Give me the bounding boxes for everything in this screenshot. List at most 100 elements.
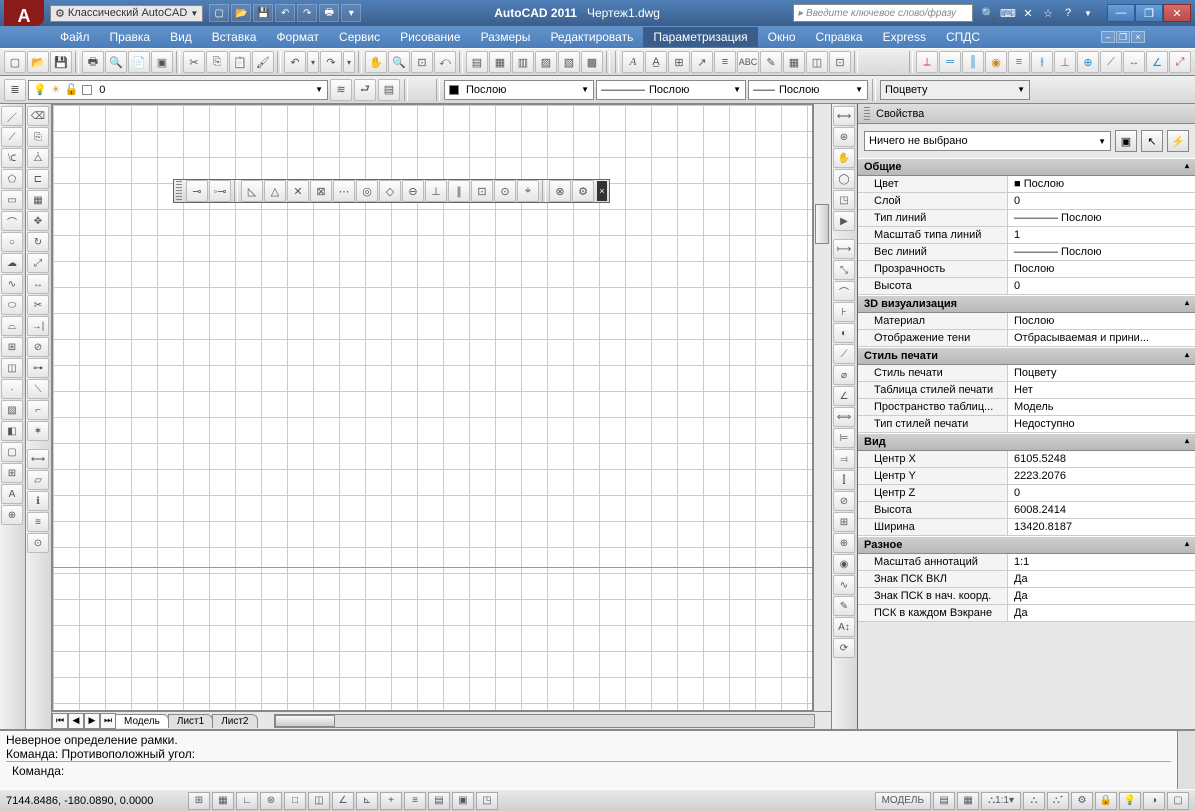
property-value[interactable]: 0	[1008, 193, 1195, 209]
property-row[interactable]: Стиль печатиПоцвету	[858, 365, 1195, 382]
constraint2-icon[interactable]: ═	[939, 51, 961, 73]
property-row[interactable]: Цвет■ Послою	[858, 176, 1195, 193]
property-value[interactable]: Послою	[1008, 261, 1195, 277]
ducs-toggle[interactable]: ⊾	[356, 792, 378, 810]
color-dropdown[interactable]: Послою ▼	[444, 80, 594, 100]
quick-select-button[interactable]: ⚡	[1167, 130, 1189, 152]
dyn-toggle[interactable]: +	[380, 792, 402, 810]
help-icon[interactable]: ?	[1059, 5, 1077, 21]
fillet-icon[interactable]: ⌐	[27, 400, 49, 420]
addselected-icon[interactable]: ⊕	[1, 505, 23, 525]
property-row[interactable]: Тип стилей печатиНедоступно	[858, 416, 1195, 433]
circle-icon[interactable]: ○	[1, 232, 23, 252]
undo-list-icon[interactable]: ▾	[307, 51, 319, 73]
clean-screen[interactable]: ▢	[1167, 792, 1189, 810]
property-value[interactable]: Да	[1008, 605, 1195, 621]
table-style-icon[interactable]: ⊞	[668, 51, 690, 73]
props-group-header[interactable]: Разное▴	[858, 536, 1195, 554]
annovisibility-toggle[interactable]: ⛬	[1023, 792, 1045, 810]
property-row[interactable]: Масштаб типа линий1	[858, 227, 1195, 244]
plotstyle-dropdown[interactable]: Поцвету ▼	[880, 80, 1030, 100]
annoautoscale-toggle[interactable]: ⛬⁺	[1047, 792, 1069, 810]
property-value[interactable]: Отбрасываемая и прини...	[1008, 330, 1195, 346]
props-group-header[interactable]: Вид▴	[858, 433, 1195, 451]
mdi-restore[interactable]: ❐	[1116, 31, 1130, 43]
tab-next-button[interactable]: ▶	[84, 713, 100, 729]
match-icon[interactable]: 🖌	[252, 51, 274, 73]
property-value[interactable]: Модель	[1008, 399, 1195, 415]
open-icon[interactable]: 📂	[27, 51, 49, 73]
osnap-settings-icon[interactable]: ⚙	[572, 180, 594, 202]
menu-вид[interactable]: Вид	[160, 27, 202, 47]
polar-toggle[interactable]: ⊛	[260, 792, 282, 810]
snap-appint-icon[interactable]: ⊠	[310, 180, 332, 202]
ellipse-icon[interactable]: ⬭	[1, 295, 23, 315]
property-row[interactable]: Высота6008.2414	[858, 502, 1195, 519]
tab-layout1[interactable]: Лист1	[168, 714, 213, 728]
constraint12-icon[interactable]: ⤢	[1169, 51, 1191, 73]
showmotion-icon[interactable]: ▶	[833, 211, 855, 231]
property-row[interactable]: Масштаб аннотаций1:1	[858, 554, 1195, 571]
snap-insert-icon[interactable]: ⊡	[471, 180, 493, 202]
ortho-toggle[interactable]: ∟	[236, 792, 258, 810]
property-value[interactable]: Да	[1008, 588, 1195, 604]
centermark-icon[interactable]: ⊕	[833, 533, 855, 553]
workspace-switch[interactable]: ⚙	[1071, 792, 1093, 810]
snap-perp-icon[interactable]: ⊥	[425, 180, 447, 202]
redo-button[interactable]: ↷	[297, 4, 317, 22]
property-value[interactable]: 1:1	[1008, 554, 1195, 570]
constraint10-icon[interactable]: ↔	[1123, 51, 1145, 73]
constraint11-icon[interactable]: ∠	[1146, 51, 1168, 73]
workspace-dropdown[interactable]: ⚙ Классический AutoCAD ▼	[50, 5, 203, 22]
property-value[interactable]: 0	[1008, 485, 1195, 501]
cut-icon[interactable]: ✂	[183, 51, 205, 73]
mtext-icon[interactable]: A	[1, 484, 23, 504]
zoom-prev-icon[interactable]: ⤺	[434, 51, 456, 73]
property-row[interactable]: Таблица стилей печатиНет	[858, 382, 1195, 399]
toolbar-lock[interactable]: 🔒	[1095, 792, 1117, 810]
layer-prev-icon[interactable]: ⮐	[354, 79, 376, 101]
property-row[interactable]: Знак ПСК ВКЛДа	[858, 571, 1195, 588]
selection-dropdown[interactable]: Ничего не выбрано ▼	[864, 131, 1111, 151]
property-value[interactable]: ———— Послою	[1008, 210, 1195, 226]
menu-сервис[interactable]: Сервис	[329, 27, 390, 47]
lwt-toggle[interactable]: ≡	[404, 792, 426, 810]
layer-dropdown[interactable]: 💡 ☀ 🔓 0 ▼	[28, 80, 328, 100]
otrack-toggle[interactable]: ∠	[332, 792, 354, 810]
props-group-header[interactable]: Общие▴	[858, 158, 1195, 176]
menu-спдс[interactable]: СПДС	[936, 27, 990, 47]
property-value[interactable]: 6008.2414	[1008, 502, 1195, 518]
property-row[interactable]: Центр X6105.5248	[858, 451, 1195, 468]
trim-icon[interactable]: ✂	[27, 295, 49, 315]
wheel-icon[interactable]: ⊛	[833, 127, 855, 147]
toolbar-close-icon[interactable]: ×	[597, 181, 607, 201]
pan-icon[interactable]: ✋	[365, 51, 387, 73]
property-row[interactable]: ПрозрачностьПослою	[858, 261, 1195, 278]
menu-вставка[interactable]: Вставка	[202, 27, 267, 47]
qp-toggle[interactable]: ▣	[452, 792, 474, 810]
property-value[interactable]: 6105.5248	[1008, 451, 1195, 467]
undo-button[interactable]: ↶	[275, 4, 295, 22]
property-value[interactable]: 13420.8187	[1008, 519, 1195, 535]
layer-state-icon[interactable]: ▤	[378, 79, 400, 101]
id-icon[interactable]: ⊙	[27, 533, 49, 553]
redo-list-icon[interactable]: ▾	[343, 51, 355, 73]
property-row[interactable]: Центр Y2223.2076	[858, 468, 1195, 485]
properties-icon[interactable]: ▤	[466, 51, 488, 73]
quickcalc-icon[interactable]: ▩	[581, 51, 603, 73]
snap-extension-icon[interactable]: ⋯	[333, 180, 355, 202]
constraint9-icon[interactable]: ⟋	[1100, 51, 1122, 73]
menu-справка[interactable]: Справка	[806, 27, 873, 47]
property-value[interactable]: Поцвету	[1008, 365, 1195, 381]
break-icon[interactable]: ⊘	[27, 337, 49, 357]
dim-arc-icon[interactable]: ⌒	[833, 281, 855, 301]
props-group-header[interactable]: 3D визуализация▴	[858, 295, 1195, 313]
close-button[interactable]: ✕	[1163, 4, 1191, 22]
osnap-toggle[interactable]: □	[284, 792, 306, 810]
table-icon[interactable]: ⊞	[1, 463, 23, 483]
dimupdate-icon[interactable]: ⟳	[833, 638, 855, 658]
cube-icon[interactable]: ◳	[833, 190, 855, 210]
sc-toggle[interactable]: ◳	[476, 792, 498, 810]
stretch-icon[interactable]: ↔	[27, 274, 49, 294]
tab-first-button[interactable]: ⏮	[52, 713, 68, 729]
